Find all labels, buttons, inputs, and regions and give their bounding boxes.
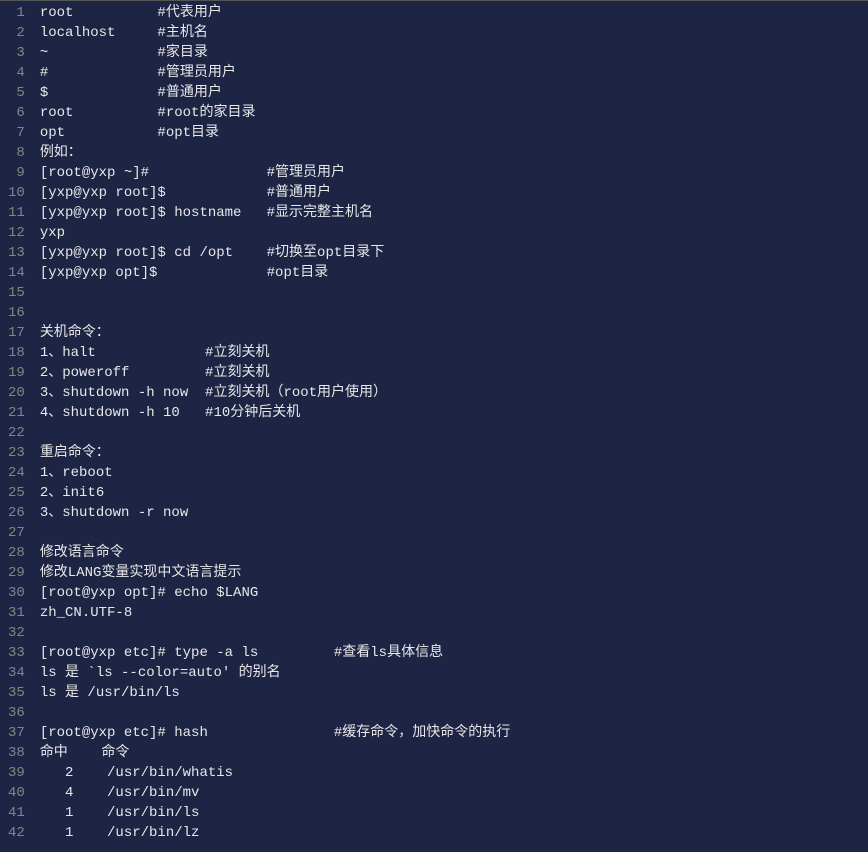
line-number: 27 — [8, 523, 25, 543]
code-line: yxp — [40, 223, 868, 243]
code-line: 2 /usr/bin/whatis — [40, 763, 868, 783]
line-number: 12 — [8, 223, 25, 243]
line-number: 29 — [8, 563, 25, 583]
code-line: [root@yxp ~]# #管理员用户 — [40, 163, 868, 183]
code-line: localhost #主机名 — [40, 23, 868, 43]
code-line: 3、shutdown -h now #立刻关机（root用户使用） — [40, 383, 868, 403]
line-number: 18 — [8, 343, 25, 363]
code-line — [40, 303, 868, 323]
line-number: 30 — [8, 583, 25, 603]
line-number: 37 — [8, 723, 25, 743]
line-number: 3 — [8, 43, 25, 63]
line-number: 35 — [8, 683, 25, 703]
line-number: 17 — [8, 323, 25, 343]
line-number: 33 — [8, 643, 25, 663]
line-number: 38 — [8, 743, 25, 763]
code-line: ls 是 `ls --color=auto' 的别名 — [40, 663, 868, 683]
code-line: [root@yxp opt]# echo $LANG — [40, 583, 868, 603]
code-line: opt #opt目录 — [40, 123, 868, 143]
line-number: 13 — [8, 243, 25, 263]
code-line: 2、poweroff #立刻关机 — [40, 363, 868, 383]
code-line — [40, 283, 868, 303]
line-number: 22 — [8, 423, 25, 443]
code-line: 修改语言命令 — [40, 543, 868, 563]
code-line: root #root的家目录 — [40, 103, 868, 123]
code-line: 1 /usr/bin/lz — [40, 823, 868, 843]
line-number: 21 — [8, 403, 25, 423]
line-number: 40 — [8, 783, 25, 803]
line-number: 1 — [8, 3, 25, 23]
line-number: 14 — [8, 263, 25, 283]
line-number: 11 — [8, 203, 25, 223]
code-line: ~ #家目录 — [40, 43, 868, 63]
code-line: 2、init6 — [40, 483, 868, 503]
line-number: 42 — [8, 823, 25, 843]
code-line: # #管理员用户 — [40, 63, 868, 83]
code-line: [yxp@yxp root]$ #普通用户 — [40, 183, 868, 203]
code-line: 1 /usr/bin/ls — [40, 803, 868, 823]
line-number: 28 — [8, 543, 25, 563]
code-line: 4、shutdown -h 10 #10分钟后关机 — [40, 403, 868, 423]
line-number: 16 — [8, 303, 25, 323]
code-line — [40, 623, 868, 643]
line-number: 4 — [8, 63, 25, 83]
line-number-gutter: 1234567891011121314151617181920212223242… — [0, 1, 34, 852]
code-line: [root@yxp etc]# hash #缓存命令，加快命令的执行 — [40, 723, 868, 743]
code-line: 1、halt #立刻关机 — [40, 343, 868, 363]
line-number: 19 — [8, 363, 25, 383]
line-number: 31 — [8, 603, 25, 623]
code-line — [40, 423, 868, 443]
line-number: 26 — [8, 503, 25, 523]
code-line: 重启命令： — [40, 443, 868, 463]
line-number: 2 — [8, 23, 25, 43]
code-line: [root@yxp etc]# type -a ls #查看ls具体信息 — [40, 643, 868, 663]
code-line: 例如： — [40, 143, 868, 163]
line-number: 34 — [8, 663, 25, 683]
code-line: zh_CN.UTF-8 — [40, 603, 868, 623]
line-number: 32 — [8, 623, 25, 643]
line-number: 8 — [8, 143, 25, 163]
line-number: 7 — [8, 123, 25, 143]
code-line: [yxp@yxp root]$ cd /opt #切换至opt目录下 — [40, 243, 868, 263]
line-number: 23 — [8, 443, 25, 463]
line-number: 9 — [8, 163, 25, 183]
code-line: 关机命令： — [40, 323, 868, 343]
code-line: 命中 命令 — [40, 743, 868, 763]
line-number: 20 — [8, 383, 25, 403]
line-number: 10 — [8, 183, 25, 203]
code-content[interactable]: root #代表用户localhost #主机名~ #家目录# #管理员用户$ … — [34, 1, 868, 852]
code-line — [40, 523, 868, 543]
line-number: 5 — [8, 83, 25, 103]
line-number: 39 — [8, 763, 25, 783]
code-line: 修改LANG变量实现中文语言提示 — [40, 563, 868, 583]
code-line — [40, 703, 868, 723]
code-line: root #代表用户 — [40, 3, 868, 23]
code-line: ls 是 /usr/bin/ls — [40, 683, 868, 703]
code-line: 4 /usr/bin/mv — [40, 783, 868, 803]
line-number: 41 — [8, 803, 25, 823]
line-number: 25 — [8, 483, 25, 503]
code-line: 1、reboot — [40, 463, 868, 483]
code-line: [yxp@yxp root]$ hostname #显示完整主机名 — [40, 203, 868, 223]
code-line: 3、shutdown -r now — [40, 503, 868, 523]
line-number: 36 — [8, 703, 25, 723]
line-number: 15 — [8, 283, 25, 303]
code-line: $ #普通用户 — [40, 83, 868, 103]
line-number: 24 — [8, 463, 25, 483]
code-line: [yxp@yxp opt]$ #opt目录 — [40, 263, 868, 283]
line-number: 6 — [8, 103, 25, 123]
